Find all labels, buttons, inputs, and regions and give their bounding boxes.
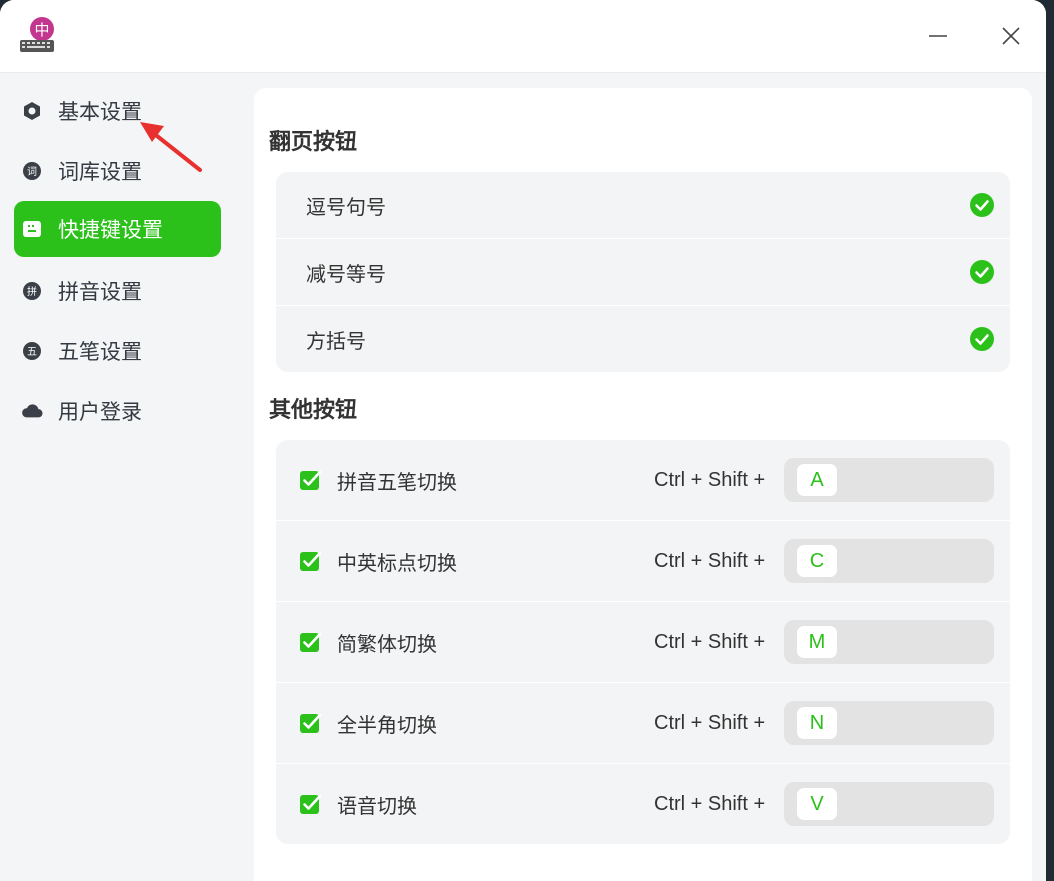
shortcut-key-field[interactable]: N xyxy=(784,701,994,745)
page-turn-group: 逗号句号 减号等号 方括号 xyxy=(276,172,1010,372)
shortcut-key-field[interactable]: C xyxy=(784,539,994,583)
annotation-arrow-icon xyxy=(140,122,202,172)
modifier-text: Ctrl + Shift + xyxy=(654,711,766,734)
shortcut-group: 拼音五笔切换 Ctrl + Shift + A 中英标点切换 Ctrl + Sh… xyxy=(276,440,1010,844)
sidebar-item-user-login[interactable]: 用户登录 xyxy=(14,383,221,439)
shortcut-label: 中英标点切换 xyxy=(337,550,457,575)
check-circle-icon[interactable] xyxy=(970,260,994,284)
shortcut-row: 全半角切换 Ctrl + Shift + N xyxy=(276,683,1010,764)
check-circle-icon[interactable] xyxy=(970,327,994,351)
option-label: 减号等号 xyxy=(306,261,386,286)
checkbox-checked-icon[interactable] xyxy=(300,631,322,653)
shortcut-row: 语音切换 Ctrl + Shift + V xyxy=(276,764,1010,844)
settings-icon xyxy=(21,100,43,122)
shortcut-label: 语音切换 xyxy=(337,793,417,818)
shortcut-key-field[interactable]: M xyxy=(784,620,994,664)
shortcut-row: 中英标点切换 Ctrl + Shift + C xyxy=(276,521,1010,602)
pinyin-icon: 拼 xyxy=(21,280,43,302)
cloud-icon xyxy=(21,400,43,422)
sidebar: 基本设置 词 词库设置 快捷键设置 拼 拼音设置 五 五笔设置 用户登录 xyxy=(0,73,238,881)
app-logo-icon: 中 xyxy=(20,17,54,52)
modifier-text: Ctrl + Shift + xyxy=(654,630,766,653)
sidebar-item-label: 用户登录 xyxy=(58,400,142,424)
section-title-other-buttons: 其他按钮 xyxy=(269,398,358,423)
title-bar: 中 xyxy=(0,0,1046,73)
svg-text:拼: 拼 xyxy=(27,285,37,298)
shortcut-key-field[interactable]: V xyxy=(784,782,994,826)
checkbox-checked-icon[interactable] xyxy=(300,793,322,815)
page-turn-option[interactable]: 减号等号 xyxy=(276,239,1010,306)
minimize-button[interactable] xyxy=(920,18,956,54)
keyboard-icon xyxy=(21,218,43,240)
key-cap: V xyxy=(797,788,837,820)
settings-window: 中 基本设置 词 词库设置 快捷键设置 拼 拼音设置 五 五笔设置 用户登录 翻… xyxy=(0,0,1046,881)
shortcut-row: 拼音五笔切换 Ctrl + Shift + A xyxy=(276,440,1010,521)
checkbox-checked-icon[interactable] xyxy=(300,469,322,491)
key-cap: A xyxy=(797,464,837,496)
svg-text:中: 中 xyxy=(34,21,49,39)
wubi-icon: 五 xyxy=(21,340,43,362)
shortcut-label: 简繁体切换 xyxy=(337,631,437,656)
shortcut-label: 全半角切换 xyxy=(337,712,437,737)
svg-text:五: 五 xyxy=(27,347,37,358)
sidebar-item-pinyin-settings[interactable]: 拼 拼音设置 xyxy=(14,263,221,319)
section-title-page-turn: 翻页按钮 xyxy=(269,130,358,155)
close-button[interactable] xyxy=(993,18,1029,54)
page-turn-option[interactable]: 逗号句号 xyxy=(276,172,1010,239)
shortcut-label: 拼音五笔切换 xyxy=(337,469,457,494)
key-cap: M xyxy=(797,626,837,658)
checkbox-checked-icon[interactable] xyxy=(300,550,322,572)
key-cap: N xyxy=(797,707,837,739)
shortcut-row: 简繁体切换 Ctrl + Shift + M xyxy=(276,602,1010,683)
modifier-text: Ctrl + Shift + xyxy=(654,549,766,572)
svg-text:词: 词 xyxy=(27,166,37,178)
sidebar-item-label: 拼音设置 xyxy=(58,280,142,304)
checkbox-checked-icon[interactable] xyxy=(300,712,322,734)
minimize-icon xyxy=(929,35,947,37)
sidebar-item-label: 五笔设置 xyxy=(58,340,142,364)
shortcut-key-field[interactable]: A xyxy=(784,458,994,502)
sidebar-item-wubi-settings[interactable]: 五 五笔设置 xyxy=(14,323,221,379)
key-cap: C xyxy=(797,545,837,577)
page-turn-option[interactable]: 方括号 xyxy=(276,306,1010,372)
sidebar-item-shortcut-settings[interactable]: 快捷键设置 xyxy=(14,201,221,257)
dictionary-icon: 词 xyxy=(21,160,43,182)
modifier-text: Ctrl + Shift + xyxy=(654,792,766,815)
modifier-text: Ctrl + Shift + xyxy=(654,468,766,491)
check-circle-icon[interactable] xyxy=(970,193,994,217)
option-label: 逗号句号 xyxy=(306,194,386,219)
close-icon xyxy=(1002,27,1020,45)
sidebar-item-label: 快捷键设置 xyxy=(58,218,163,242)
settings-content-panel: 翻页按钮 逗号句号 减号等号 方括号 其他按钮 拼音五笔切换 Ctrl + Sh… xyxy=(254,88,1032,881)
option-label: 方括号 xyxy=(306,328,366,353)
